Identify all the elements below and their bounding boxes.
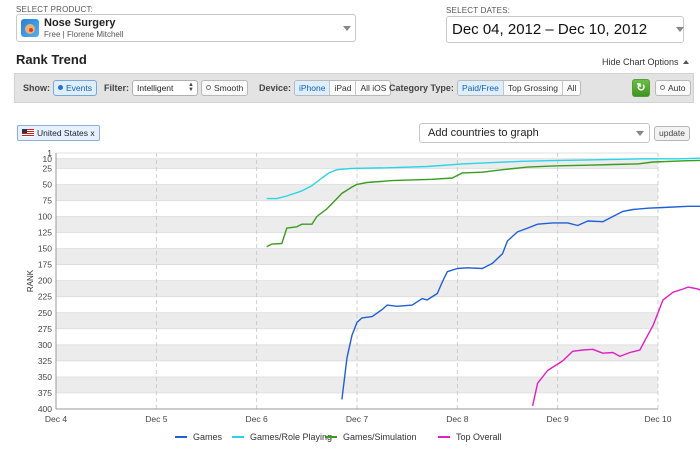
y-tick-label: 125 (38, 228, 52, 238)
y-tick-label: 350 (38, 372, 52, 382)
filter-select[interactable]: Intelligent ▲ ▼ (132, 80, 198, 96)
product-name: Nose Surgery (44, 17, 116, 29)
category-type-label: Category Type: (389, 83, 454, 93)
category-option-paid-free[interactable]: Paid/Free (458, 81, 504, 95)
chevron-down-icon (636, 131, 644, 136)
page-title: Rank Trend (16, 52, 87, 67)
device-label: Device: (259, 83, 292, 93)
x-tick-label: Dec 7 (346, 414, 368, 424)
refresh-button[interactable]: ↻ (632, 79, 650, 97)
y-tick-label: 325 (38, 356, 52, 366)
add-countries-label: Add countries to graph (428, 127, 539, 139)
events-toggle[interactable]: Events (53, 80, 97, 96)
legend-item[interactable]: Games (175, 432, 222, 442)
x-tick-label: Dec 5 (145, 414, 167, 424)
product-subtitle: Free | Florene Mitchell (44, 30, 124, 39)
y-tick-label: 300 (38, 340, 52, 350)
y-tick-label: 375 (38, 388, 52, 398)
legend-item[interactable]: Games/Simulation (325, 432, 417, 442)
refresh-icon: ↻ (636, 82, 646, 94)
select-product-label: SELECT PRODUCT: (16, 5, 94, 14)
product-selector[interactable]: Nose Surgery Free | Florene Mitchell (16, 14, 356, 42)
device-option-iphone[interactable]: iPhone (295, 81, 331, 95)
legend-label: Games/Role Playing (250, 432, 333, 442)
legend-item[interactable]: Top Overall (438, 432, 502, 442)
category-option-all[interactable]: All (563, 81, 580, 95)
x-tick-label: Dec 4 (45, 414, 67, 424)
y-tick-label: 275 (38, 324, 52, 334)
caret-up-icon (682, 60, 689, 64)
filter-value: Intelligent (137, 83, 174, 93)
y-tick-label: 25 (43, 163, 53, 173)
chart-legend: Games Games/Role Playing Games/Simulation T… (0, 432, 700, 446)
device-option-all-ios[interactable]: All iOS (356, 81, 390, 95)
legend-swatch (325, 436, 337, 438)
y-tick-label: 175 (38, 260, 52, 270)
filter-label: Filter: (104, 83, 130, 93)
add-countries-select[interactable]: Add countries to graph (419, 123, 650, 143)
chevron-down-icon (343, 26, 351, 31)
y-tick-label: 400 (38, 404, 52, 414)
x-tick-label: Dec 9 (547, 414, 569, 424)
legend-swatch (232, 436, 244, 438)
category-option-top-grossing[interactable]: Top Grossing (504, 81, 563, 95)
category-type-segmented-control: Paid/Free Top Grossing All (457, 80, 582, 96)
legend-swatch (438, 436, 450, 438)
smooth-toggle[interactable]: Smooth (201, 80, 249, 96)
chevron-down-icon (676, 27, 684, 32)
legend-swatch (175, 436, 187, 438)
radio-on-icon (58, 85, 63, 90)
hide-chart-options-label: Hide Chart Options (602, 57, 679, 67)
device-segmented-control: iPhone iPad All iOS (294, 80, 392, 96)
show-label: Show: (23, 83, 50, 93)
y-tick-label: 150 (38, 244, 52, 254)
chart-options-toolbar: Show: Events Filter: Intelligent ▲ ▼ Smoot… (14, 73, 694, 103)
series-line-games-simulation (266, 159, 700, 248)
radio-off-icon (206, 85, 211, 90)
x-tick-label: Dec 6 (246, 414, 268, 424)
x-tick-label: Dec 10 (645, 414, 672, 424)
date-range-picker[interactable]: Dec 04, 2012 – Dec 10, 2012 (446, 16, 684, 43)
x-tick-label: Dec 8 (446, 414, 468, 424)
legend-label: Games (193, 432, 223, 442)
legend-item[interactable]: Games/Role Playing (232, 432, 332, 442)
country-tag-united-states[interactable]: United States x (17, 125, 100, 141)
legend-label: Games/Simulation (343, 432, 417, 442)
legend-label: Top Overall (456, 432, 502, 442)
select-dates-label: SELECT DATES: (446, 6, 511, 15)
y-tick-label: 75 (43, 195, 53, 205)
country-tag-label: United States x (37, 128, 95, 138)
smooth-label: Smooth (214, 83, 244, 93)
y-tick-label: 50 (43, 179, 53, 189)
device-option-ipad[interactable]: iPad (330, 81, 357, 95)
y-tick-label: 10 (43, 154, 53, 164)
update-button[interactable]: update (654, 126, 690, 141)
y-tick-label: 100 (38, 212, 52, 222)
y-axis-title: RANK (26, 269, 35, 292)
y-tick-label: 250 (38, 308, 52, 318)
auto-label: Auto (668, 83, 686, 93)
updown-arrows-icon: ▲ ▼ (188, 82, 194, 93)
app-icon (21, 19, 39, 37)
y-tick-label: 225 (38, 292, 52, 302)
y-tick-label: 200 (38, 276, 52, 286)
events-label: Events (66, 83, 92, 93)
hide-chart-options-link[interactable]: Hide Chart Options (602, 57, 689, 67)
rank-trend-chart: 1102550751001251501752002252502753003253… (26, 148, 700, 424)
radio-off-icon (660, 85, 665, 90)
auto-toggle[interactable]: Auto (655, 80, 691, 96)
us-flag-icon (22, 129, 34, 137)
